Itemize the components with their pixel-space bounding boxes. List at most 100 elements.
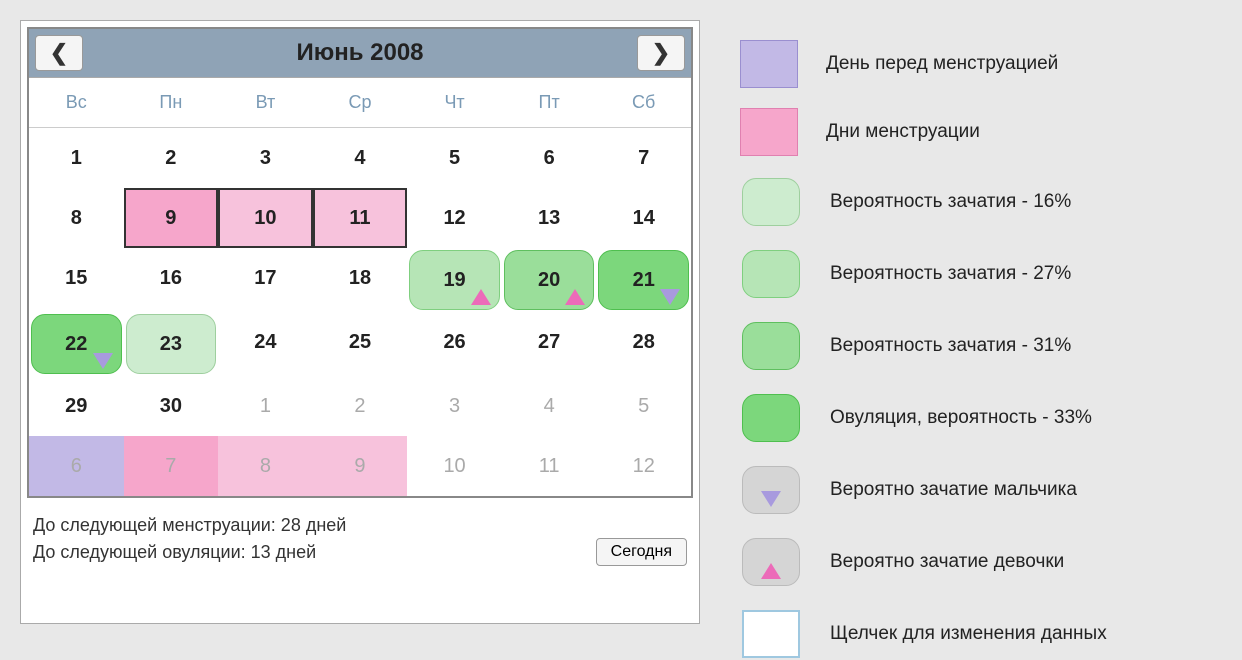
calendar-day[interactable]: 10 <box>218 188 313 248</box>
legend-swatch <box>742 538 800 586</box>
legend-row: Вероятность зачатия - 27% <box>740 248 1107 300</box>
calendar-day[interactable]: 1 <box>29 128 124 188</box>
calendar-day[interactable]: 9 <box>313 436 408 496</box>
prev-month-button[interactable]: ❮ <box>35 35 83 71</box>
calendar-day[interactable]: 12 <box>407 188 502 248</box>
legend-swatch <box>742 610 800 658</box>
weekday-label: Вс <box>29 78 124 127</box>
day-number: 5 <box>638 395 649 418</box>
calendar-day[interactable]: 3 <box>218 128 313 188</box>
calendar-day[interactable]: 5 <box>596 376 691 436</box>
next-month-button[interactable]: ❯ <box>637 35 685 71</box>
calendar-day[interactable]: 2 <box>124 128 219 188</box>
legend-row: Щелчек для изменения данных <box>740 608 1107 660</box>
calendar-day[interactable]: 30 <box>124 376 219 436</box>
legend-row: Дни менструации <box>740 108 1107 156</box>
weekday-label: Чт <box>407 78 502 127</box>
day-number: 15 <box>65 267 87 290</box>
calendar-day[interactable]: 5 <box>407 128 502 188</box>
day-number: 11 <box>539 455 560 478</box>
calendar-day[interactable]: 12 <box>596 436 691 496</box>
girl-marker-icon <box>471 289 491 305</box>
day-number: 3 <box>449 395 460 418</box>
calendar-day[interactable]: 17 <box>218 248 313 308</box>
next-menstruation-label: До следующей менструации: 28 дней <box>33 512 346 539</box>
calendar-footer: До следующей менструации: 28 дней До сле… <box>21 504 699 576</box>
legend-swatch <box>742 466 800 514</box>
day-number: 25 <box>349 331 371 354</box>
calendar-day[interactable]: 4 <box>502 376 597 436</box>
legend-label: Вероятно зачатие девочки <box>830 551 1064 573</box>
calendar-day[interactable]: 19 <box>409 250 500 310</box>
day-number: 1 <box>71 147 82 170</box>
day-number: 8 <box>71 207 82 230</box>
today-button[interactable]: Сегодня <box>596 538 687 566</box>
calendar-day[interactable]: 8 <box>29 188 124 248</box>
day-number: 23 <box>160 333 182 356</box>
calendar-panel: ❮ Июнь 2008 ❯ ВсПнВтСрЧтПтСб 12345678910… <box>20 20 700 624</box>
calendar-day[interactable]: 25 <box>313 312 408 372</box>
calendar-day[interactable]: 23 <box>126 314 217 374</box>
calendar-day[interactable]: 7 <box>124 436 219 496</box>
calendar-day[interactable]: 8 <box>218 436 313 496</box>
calendar-day[interactable]: 18 <box>313 248 408 308</box>
day-number: 4 <box>544 395 555 418</box>
day-number: 17 <box>254 267 276 290</box>
weekday-row: ВсПнВтСрЧтПтСб <box>29 78 691 128</box>
day-number: 8 <box>260 455 271 478</box>
calendar-day[interactable]: 20 <box>504 250 595 310</box>
calendar-day[interactable]: 6 <box>29 436 124 496</box>
day-number: 10 <box>443 455 465 478</box>
day-number: 27 <box>538 331 560 354</box>
legend-row: День перед менструацией <box>740 40 1107 88</box>
day-number: 9 <box>354 455 365 478</box>
day-number: 2 <box>165 147 176 170</box>
day-number: 13 <box>538 207 560 230</box>
calendar-day[interactable]: 11 <box>313 188 408 248</box>
calendar-day[interactable]: 16 <box>124 248 219 308</box>
day-number: 16 <box>160 267 182 290</box>
legend-label: День перед менструацией <box>826 53 1058 75</box>
day-number: 30 <box>160 395 182 418</box>
day-number: 22 <box>65 333 87 356</box>
calendar-day[interactable]: 9 <box>124 188 219 248</box>
girl-marker-icon <box>761 563 781 579</box>
calendar-day[interactable]: 11 <box>502 436 597 496</box>
calendar-day[interactable]: 26 <box>407 312 502 372</box>
day-number: 20 <box>538 269 560 292</box>
calendar-day[interactable]: 10 <box>407 436 502 496</box>
legend-swatch <box>742 250 800 298</box>
day-number: 14 <box>633 207 655 230</box>
day-number: 7 <box>638 147 649 170</box>
calendar-day[interactable]: 14 <box>596 188 691 248</box>
legend-row: Вероятность зачатия - 31% <box>740 320 1107 372</box>
calendar-day[interactable]: 3 <box>407 376 502 436</box>
calendar-day[interactable]: 21 <box>598 250 689 310</box>
calendar-header: ❮ Июнь 2008 ❯ <box>29 29 691 78</box>
day-number: 11 <box>349 207 370 230</box>
weekday-label: Вт <box>218 78 313 127</box>
calendar-day[interactable]: 6 <box>502 128 597 188</box>
calendar-day[interactable]: 15 <box>29 248 124 308</box>
calendar-day[interactable]: 29 <box>29 376 124 436</box>
calendar-day[interactable]: 13 <box>502 188 597 248</box>
day-number: 9 <box>165 207 176 230</box>
chevron-right-icon: ❯ <box>652 40 670 66</box>
calendar-day[interactable]: 27 <box>502 312 597 372</box>
calendar-day[interactable]: 4 <box>313 128 408 188</box>
day-number: 3 <box>260 147 271 170</box>
calendar-day[interactable]: 28 <box>596 312 691 372</box>
boy-marker-icon <box>93 353 113 369</box>
calendar-day[interactable]: 7 <box>596 128 691 188</box>
weekday-label: Пт <box>502 78 597 127</box>
day-number: 28 <box>633 331 655 354</box>
calendar-day[interactable]: 1 <box>218 376 313 436</box>
legend-swatch <box>742 394 800 442</box>
calendar-day[interactable]: 24 <box>218 312 313 372</box>
calendar-day[interactable]: 22 <box>31 314 122 374</box>
day-number: 18 <box>349 267 371 290</box>
boy-marker-icon <box>660 289 680 305</box>
footer-info: До следующей менструации: 28 дней До сле… <box>33 512 346 566</box>
legend-swatch <box>740 108 798 156</box>
calendar-day[interactable]: 2 <box>313 376 408 436</box>
